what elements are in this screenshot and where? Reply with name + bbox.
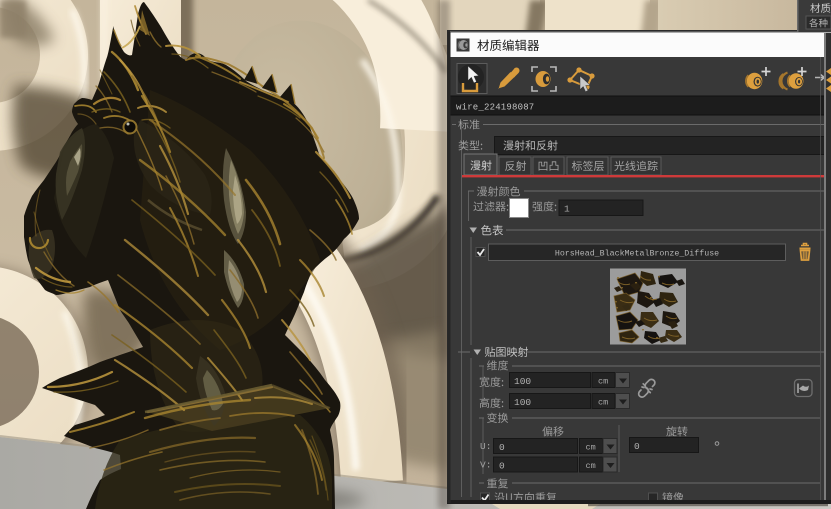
svg-text:V:: V: [480,460,491,471]
svg-text:0: 0 [499,442,505,453]
svg-text:HorsHead_BlackMetalBronze_Diff: HorsHead_BlackMetalBronze_Diffuse [555,249,719,259]
svg-text:cm: cm [586,461,596,471]
svg-text:wire_224198087: wire_224198087 [456,103,534,113]
svg-text:100: 100 [514,376,531,387]
svg-text:cm: cm [586,443,596,453]
svg-text:100: 100 [514,397,531,408]
svg-text:0: 0 [634,441,640,452]
svg-text:1: 1 [564,204,570,215]
svg-text:cm: cm [598,377,608,387]
svg-text:cm: cm [598,398,608,408]
svg-text:0: 0 [499,461,505,472]
svg-text:U:: U: [480,441,491,452]
